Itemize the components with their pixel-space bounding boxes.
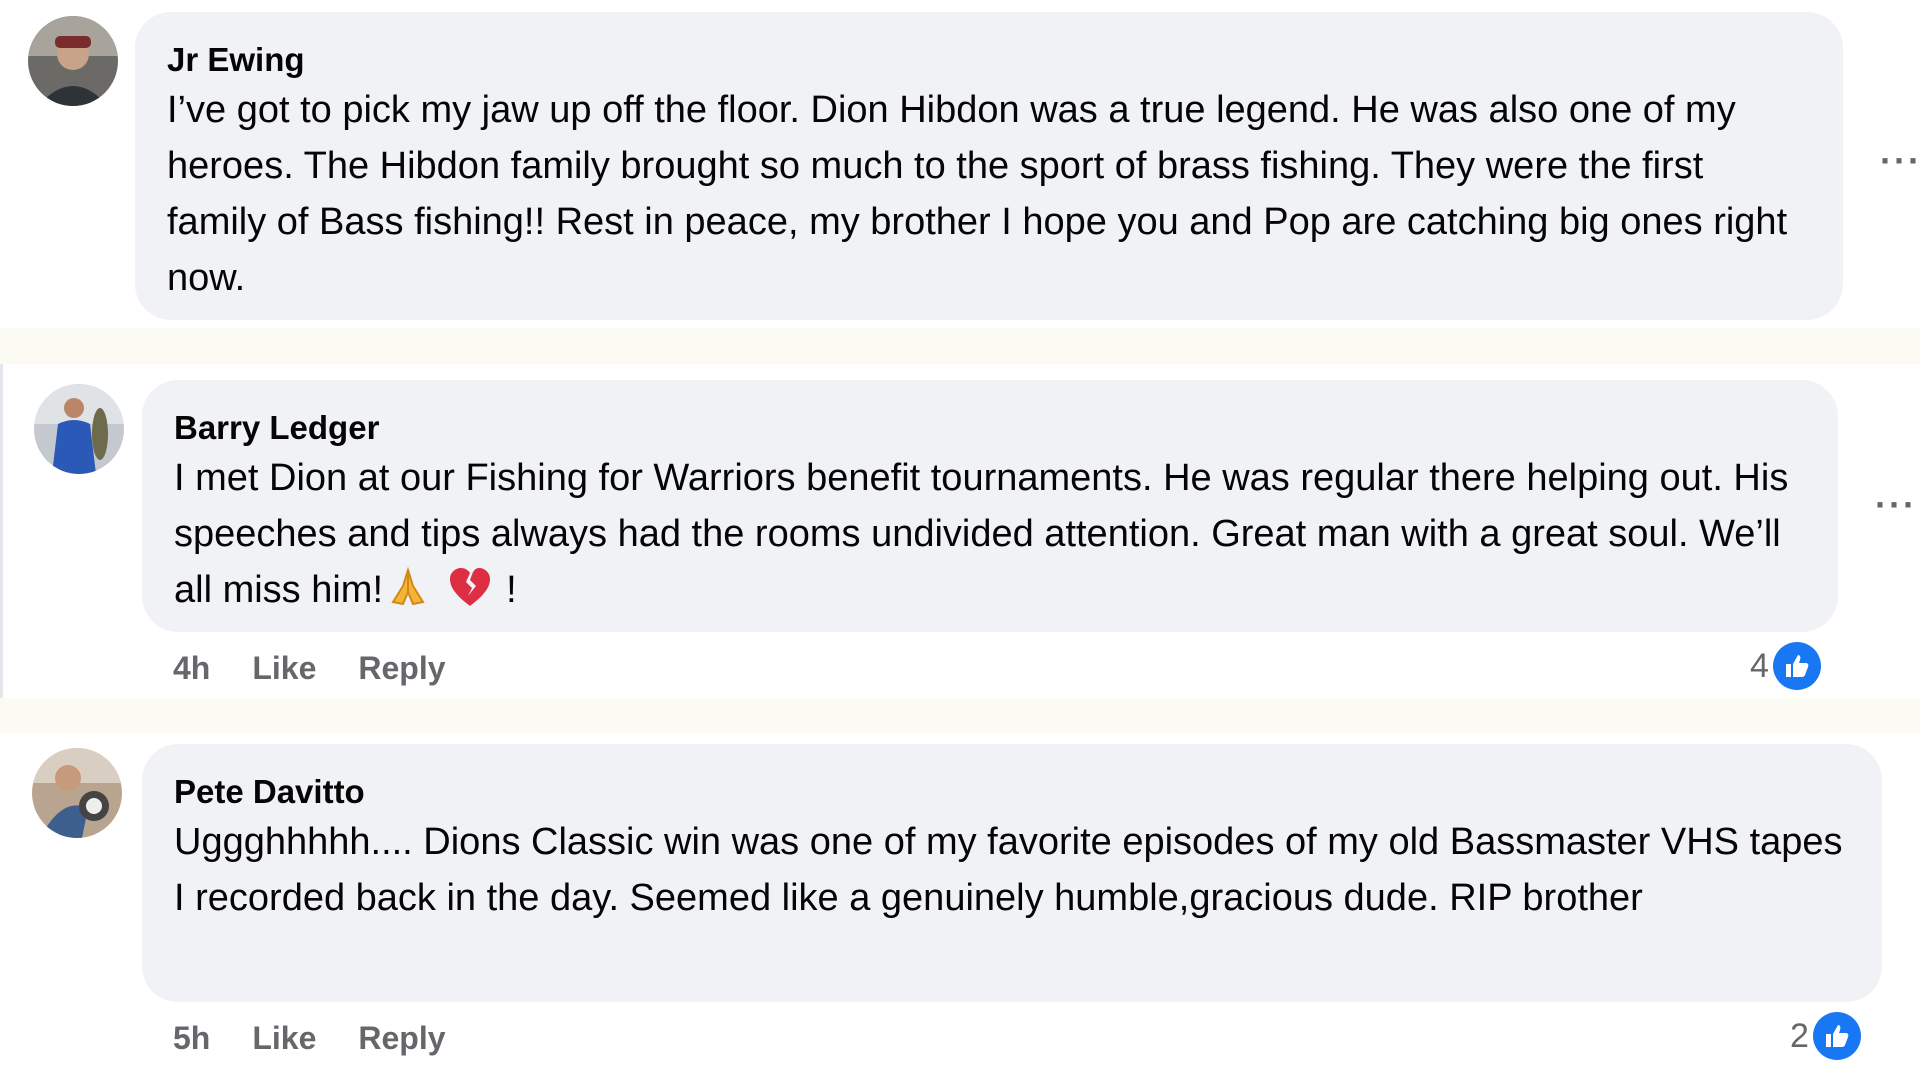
comment-barry-ledger: Barry Ledger I met Dion at our Fishing f…	[0, 364, 1920, 698]
comment-separator	[0, 698, 1920, 734]
comment-actions: 5h Like Reply	[173, 1020, 446, 1057]
reaction-summary[interactable]: 2	[1790, 1012, 1861, 1060]
folded-hands-emoji-icon	[387, 566, 429, 624]
comment-author[interactable]: Jr Ewing	[167, 40, 1811, 80]
more-options-icon[interactable]: ···	[1875, 484, 1917, 526]
like-button[interactable]: Like	[252, 1020, 316, 1057]
like-button[interactable]: Like	[252, 650, 316, 687]
reaction-count: 4	[1750, 646, 1769, 685]
reaction-count: 2	[1790, 1016, 1809, 1055]
comment-bubble: Pete Davitto Uggghhhhh.... Dions Classic…	[142, 744, 1882, 1002]
comments-panel: Jr Ewing I’ve got to pick my jaw up off …	[0, 0, 1920, 1080]
comment-author[interactable]: Pete Davitto	[174, 772, 1850, 812]
comment-jr-ewing: Jr Ewing I’ve got to pick my jaw up off …	[0, 0, 1920, 330]
thumbs-up-icon	[1772, 642, 1821, 690]
broken-heart-emoji-icon	[448, 566, 492, 624]
comment-bubble: Jr Ewing I’ve got to pick my jaw up off …	[135, 12, 1843, 320]
comment-text: I met Dion at our Fishing for Warriors b…	[174, 450, 1806, 624]
reply-button[interactable]: Reply	[358, 1020, 445, 1057]
comment-author[interactable]: Barry Ledger	[174, 408, 1806, 448]
comment-text-suffix: !	[506, 569, 517, 611]
comment-pete-davitto: Pete Davitto Uggghhhhh.... Dions Classic…	[0, 734, 1920, 1080]
reaction-summary[interactable]: 4	[1750, 642, 1821, 690]
comment-timestamp[interactable]: 5h	[173, 1020, 210, 1057]
comment-bubble: Barry Ledger I met Dion at our Fishing f…	[142, 380, 1838, 632]
avatar[interactable]	[28, 16, 118, 106]
comment-timestamp[interactable]: 4h	[173, 650, 210, 687]
more-options-icon[interactable]: ···	[1880, 140, 1920, 182]
avatar[interactable]	[34, 384, 124, 474]
comment-text: Uggghhhhh.... Dions Classic win was one …	[174, 821, 1854, 919]
reply-button[interactable]: Reply	[358, 650, 445, 687]
comment-actions: 4h Like Reply	[173, 650, 446, 687]
thumbs-up-icon	[1812, 1012, 1861, 1060]
comment-text: I’ve got to pick my jaw up off the floor…	[167, 89, 1798, 299]
comment-separator	[0, 328, 1920, 364]
avatar[interactable]	[32, 748, 122, 838]
